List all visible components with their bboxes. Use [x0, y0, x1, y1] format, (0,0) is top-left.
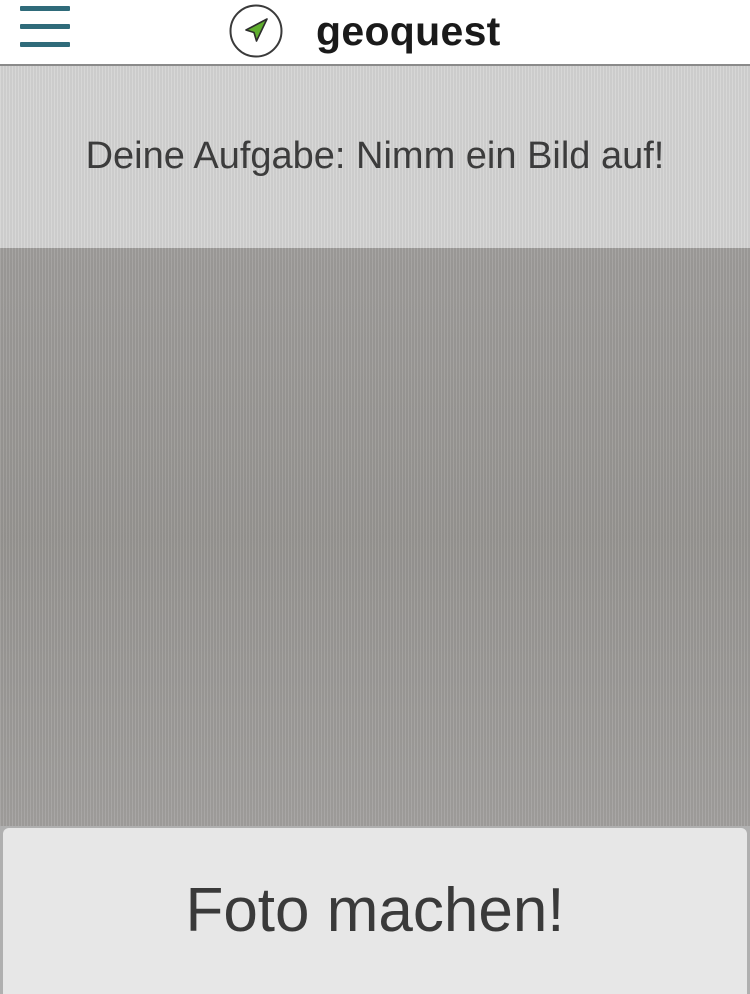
task-instruction: Deine Aufgabe: Nimm ein Bild auf! [85, 134, 665, 177]
app-title: geoquest [316, 7, 501, 54]
app-screen: geoquest Deine Aufgabe: Nimm ein Bild au… [0, 0, 750, 994]
capture-area: Foto machen! [0, 826, 750, 994]
navigation-arrow-icon [229, 4, 283, 58]
take-photo-button[interactable]: Foto machen! [3, 828, 747, 994]
camera-viewfinder [0, 248, 750, 826]
app-header: geoquest [0, 0, 750, 66]
task-banner: Deine Aufgabe: Nimm ein Bild auf! [0, 66, 750, 248]
take-photo-label: Foto machen! [185, 875, 565, 945]
menu-button[interactable] [18, 4, 72, 54]
menu-bar-middle [20, 24, 70, 29]
brand: geoquest [228, 2, 501, 60]
menu-bar-top [20, 6, 70, 11]
menu-bar-bottom [20, 42, 70, 47]
